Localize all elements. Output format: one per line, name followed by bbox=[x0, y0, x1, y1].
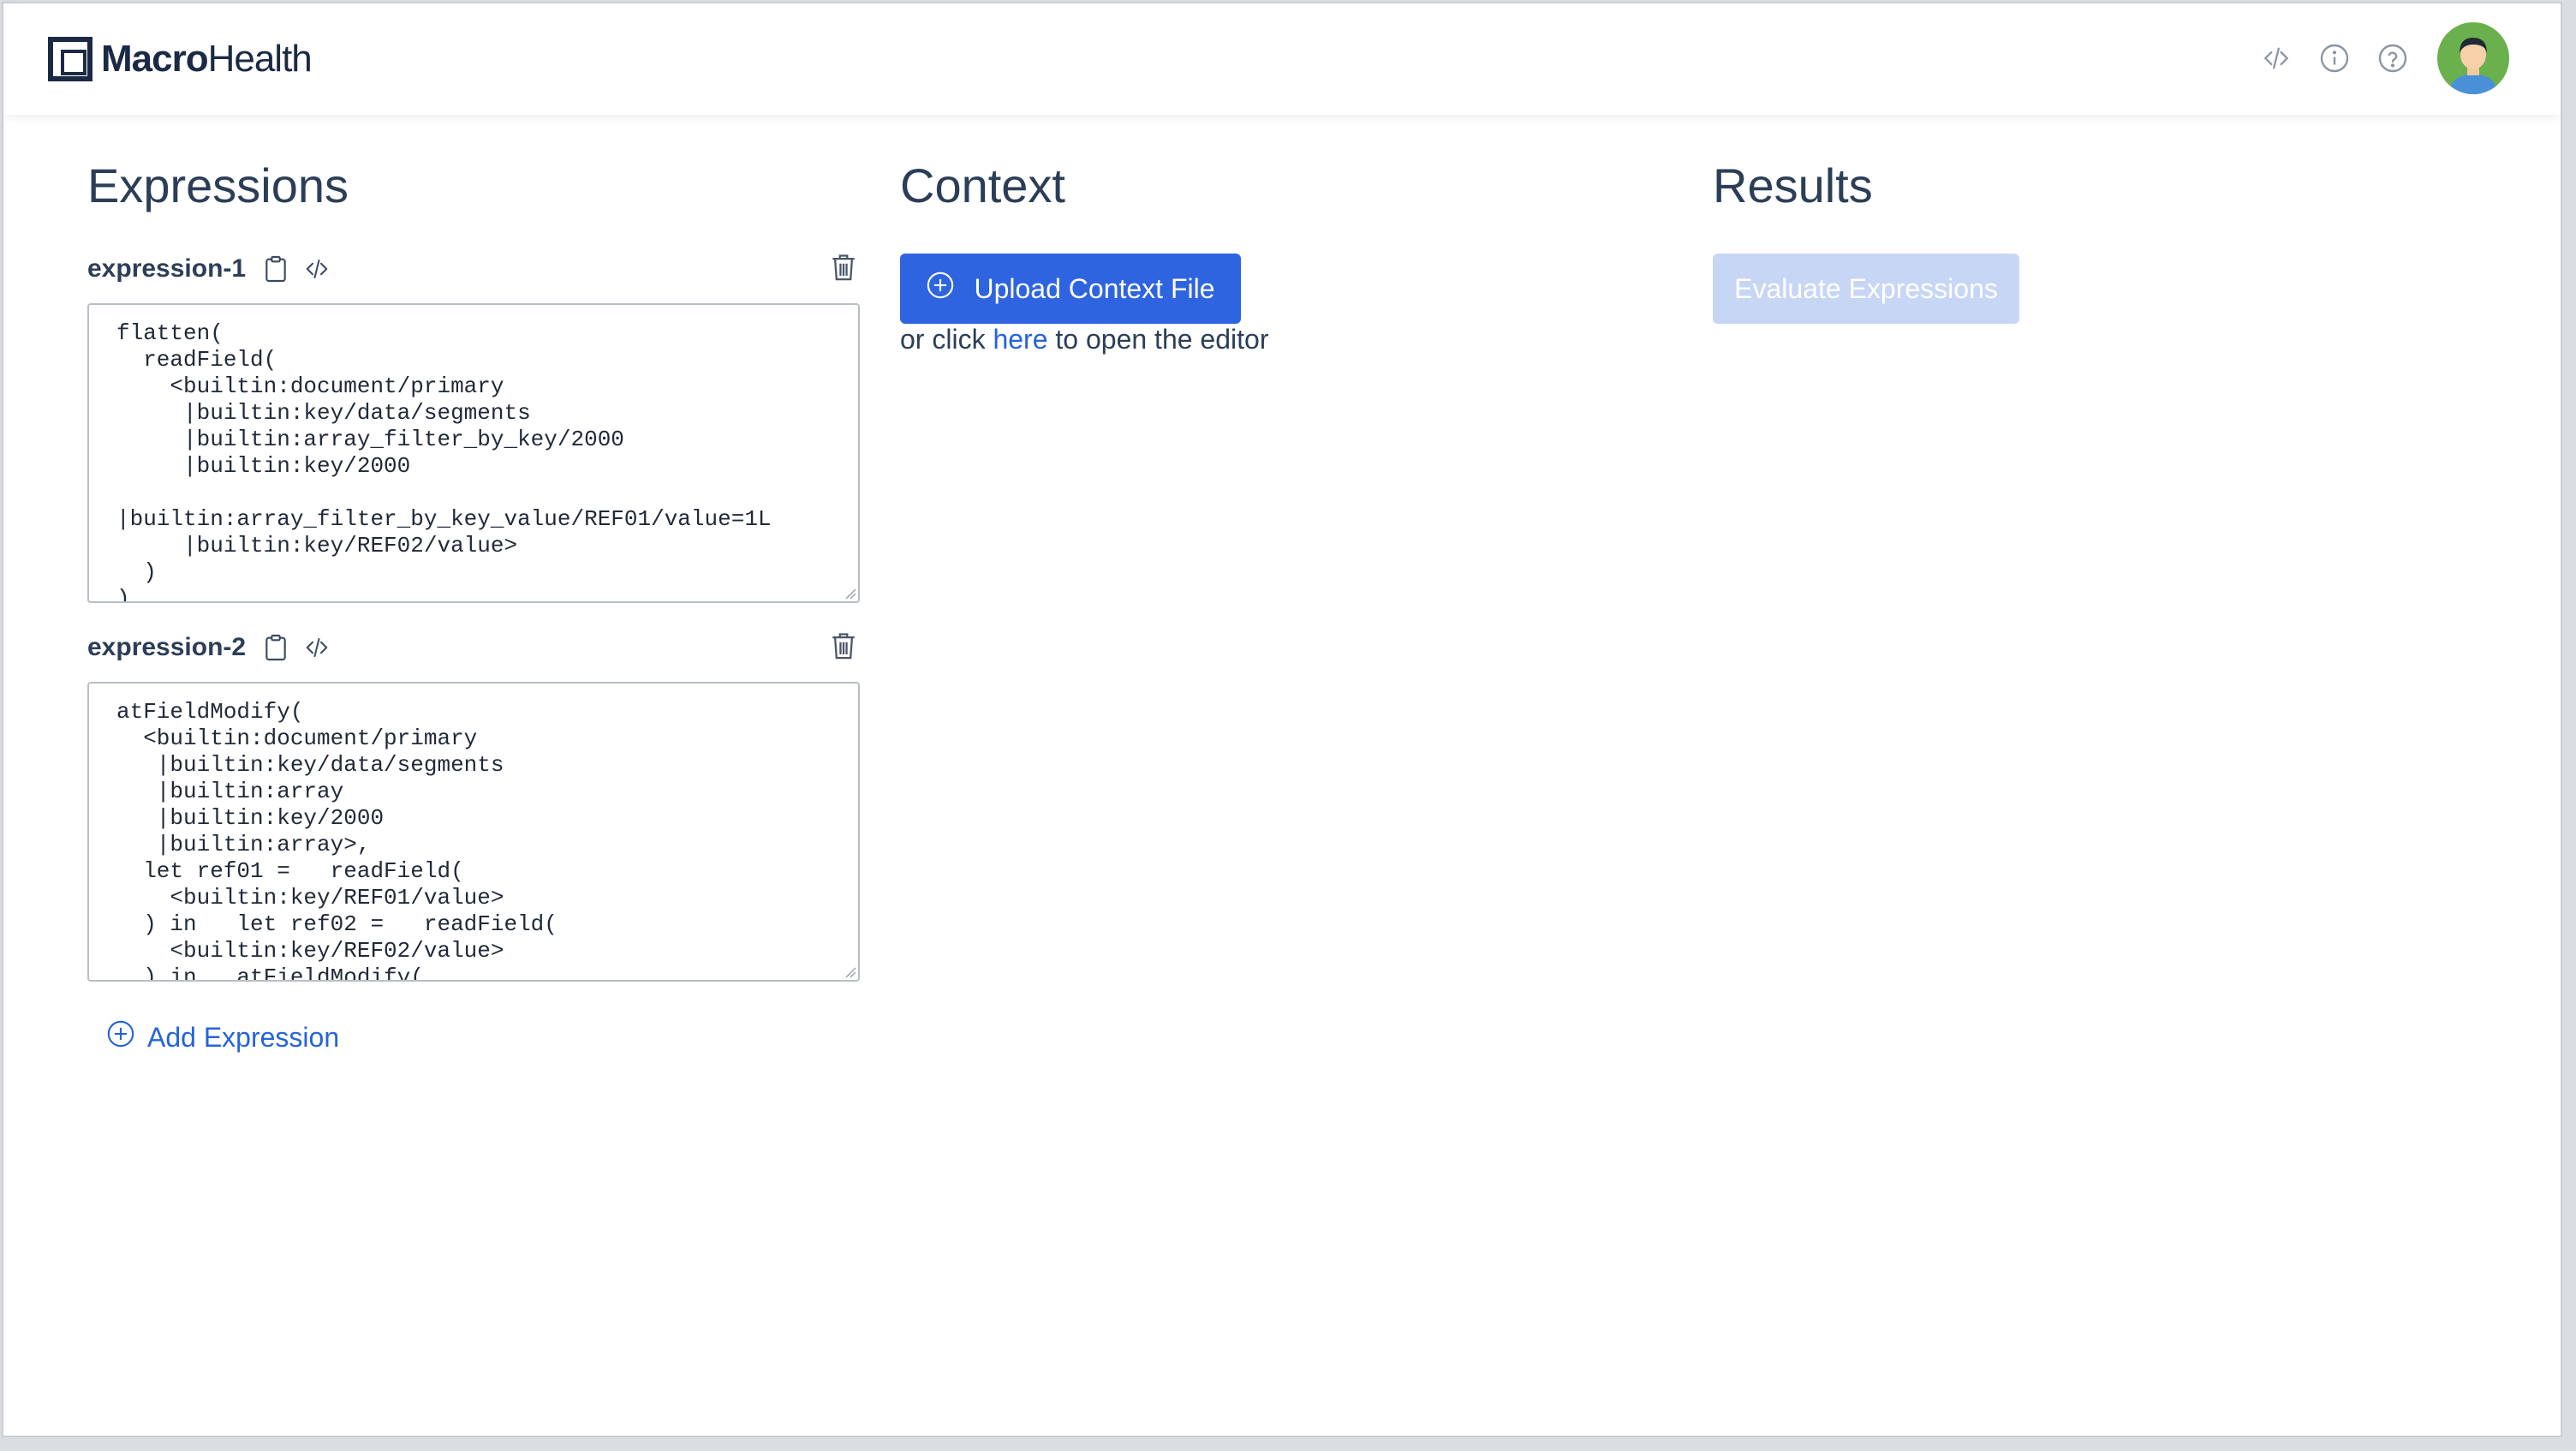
plus-circle-icon bbox=[106, 1019, 135, 1055]
expression-editor-1[interactable]: flatten( readField( <builtin:document/pr… bbox=[87, 303, 860, 603]
macrohealth-logo[interactable]: MacroHealth bbox=[48, 31, 313, 87]
app-window: MacroHealth Expressions expression-1 fla… bbox=[2, 2, 2562, 1437]
resize-grip-icon[interactable] bbox=[843, 964, 856, 978]
expression-card-1: expression-1 flatten( readField( <builti… bbox=[87, 243, 860, 603]
info-icon[interactable] bbox=[2316, 39, 2353, 77]
help-icon[interactable] bbox=[2374, 39, 2412, 77]
trash-icon[interactable] bbox=[827, 250, 860, 284]
user-avatar[interactable] bbox=[2437, 22, 2509, 94]
expression-code-1: flatten( readField( <builtin:document/pr… bbox=[116, 320, 772, 603]
upload-context-file-button[interactable]: Upload Context File bbox=[900, 254, 1241, 324]
clipboard-icon[interactable] bbox=[259, 631, 292, 664]
expression-card-2: expression-2 atFieldModify( <builtin:doc… bbox=[87, 622, 860, 982]
results-column: Results bbox=[1713, 158, 1873, 213]
top-header: MacroHealth bbox=[3, 3, 2561, 115]
code-icon[interactable] bbox=[2257, 39, 2295, 77]
trash-icon[interactable] bbox=[827, 629, 860, 663]
expressions-column: Expressions bbox=[87, 158, 349, 213]
expression-name[interactable]: expression-1 bbox=[87, 254, 246, 284]
expression-code-2: atFieldModify( <builtin:document/primary… bbox=[116, 699, 558, 982]
open-editor-hint: or click here to open the editor bbox=[900, 324, 1269, 355]
clipboard-icon[interactable] bbox=[259, 253, 292, 285]
header-actions bbox=[2237, 22, 2509, 94]
add-expression-button[interactable]: Add Expression bbox=[106, 1019, 339, 1055]
context-title: Context bbox=[900, 158, 1065, 212]
expression-editor-2[interactable]: atFieldModify( <builtin:document/primary… bbox=[87, 682, 860, 982]
logo-text-light: Health bbox=[207, 38, 313, 80]
add-expression-label: Add Expression bbox=[147, 1021, 340, 1053]
expression-name[interactable]: expression-2 bbox=[87, 633, 246, 662]
results-title: Results bbox=[1713, 158, 1873, 212]
expressions-title: Expressions bbox=[87, 158, 349, 212]
context-column: Context bbox=[900, 158, 1065, 213]
open-editor-link[interactable]: here bbox=[993, 324, 1047, 355]
resize-grip-icon[interactable] bbox=[843, 586, 856, 600]
logo-mark-icon bbox=[48, 37, 92, 81]
code-view-icon[interactable] bbox=[301, 631, 333, 664]
plus-circle-icon bbox=[926, 271, 955, 307]
evaluate-expressions-button[interactable]: Evaluate Expressions bbox=[1713, 254, 2019, 324]
logo-text-bold: Macro bbox=[101, 38, 209, 80]
upload-context-label: Upload Context File bbox=[974, 272, 1215, 304]
code-view-icon[interactable] bbox=[301, 253, 333, 285]
